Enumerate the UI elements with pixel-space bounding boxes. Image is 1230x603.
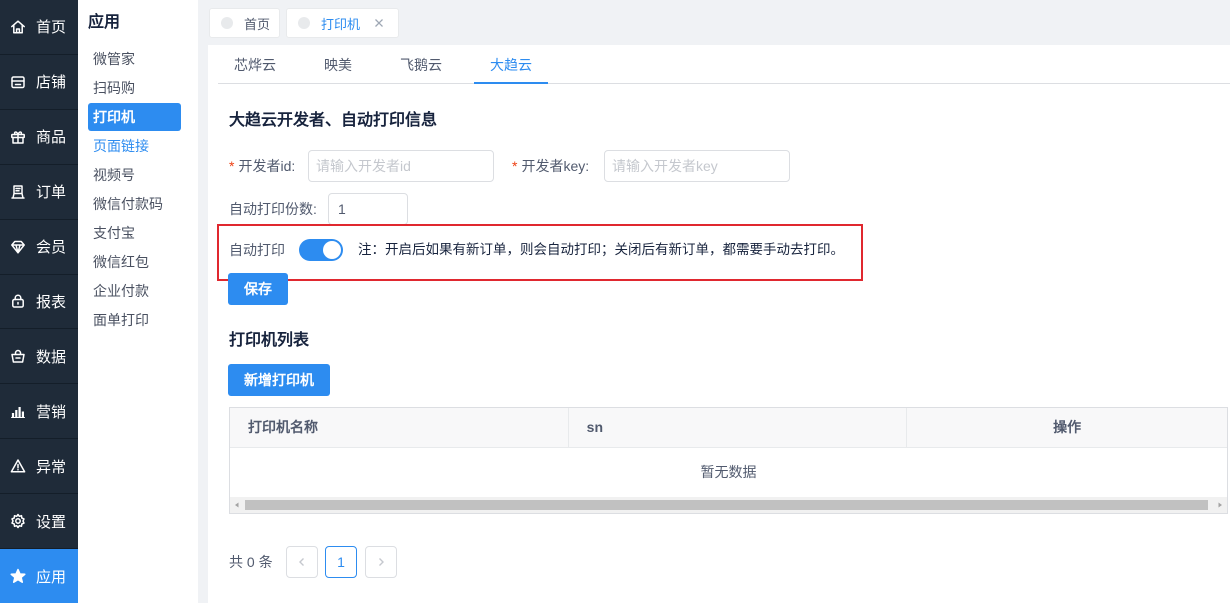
lock-icon xyxy=(10,293,26,309)
nav-item-marketing[interactable]: 营销 xyxy=(0,384,78,440)
nav-item-exceptions[interactable]: 异常 xyxy=(0,439,78,495)
nav-item-products[interactable]: 商品 xyxy=(0,110,78,165)
scroll-left-icon[interactable] xyxy=(233,501,241,509)
column-header-actions: 操作 xyxy=(1053,419,1082,435)
sub-nav-item-waybill-print[interactable]: 面单打印 xyxy=(88,306,181,334)
nav-item-orders[interactable]: 订单 xyxy=(0,165,78,220)
page-tab-bar: 首页 打印机 xyxy=(198,0,1230,45)
nav-item-members[interactable]: 会员 xyxy=(0,220,78,275)
vendor-tab-yingmei[interactable]: 映美 xyxy=(308,45,368,83)
nav-item-apps[interactable]: 应用 xyxy=(0,549,78,603)
developer-key-label-text: 开发者key: xyxy=(521,158,590,174)
column-header-printer-name: 打印机名称 xyxy=(230,408,569,447)
nav-item-data[interactable]: 数据 xyxy=(0,329,78,385)
gift-icon xyxy=(10,129,26,145)
main-nav: 首页 店铺 商品 订单 会员 报表 数据 营销 异常 设置 应用 xyxy=(0,0,78,603)
vendor-tab-feie[interactable]: 飞鹅云 xyxy=(384,45,458,83)
warning-icon xyxy=(10,458,26,474)
table-header: 打印机名称 sn 操作 xyxy=(230,408,1227,448)
sub-nav-item-alipay[interactable]: 支付宝 xyxy=(88,219,181,247)
horizontal-scrollbar[interactable] xyxy=(230,497,1227,513)
sub-nav: 应用 微管家 扫码购 打印机 页面链接 视频号 微信付款码 支付宝 微信红包 企… xyxy=(78,0,198,603)
required-mark: * xyxy=(229,158,235,174)
nav-item-label: 首页 xyxy=(36,19,67,37)
sub-nav-item-scan-buy[interactable]: 扫码购 xyxy=(88,74,181,102)
tab-status-dot xyxy=(221,17,233,29)
pagination-next-button[interactable] xyxy=(365,546,397,578)
nav-item-label: 会员 xyxy=(36,239,67,257)
page-tab-label: 打印机 xyxy=(321,16,361,32)
pagination-total: 共 0 条 xyxy=(229,554,273,570)
sub-nav-item-channels[interactable]: 视频号 xyxy=(88,161,181,189)
auto-print-label: 自动打印 xyxy=(229,242,285,258)
auto-print-toggle[interactable] xyxy=(299,239,343,261)
sub-nav-item-enterprise-payment[interactable]: 企业付款 xyxy=(88,277,181,305)
nav-item-store[interactable]: 店铺 xyxy=(0,55,78,110)
nav-item-reports[interactable]: 报表 xyxy=(0,275,78,330)
pagination-page-button[interactable]: 1 xyxy=(325,546,357,578)
nav-item-settings[interactable]: 设置 xyxy=(0,494,78,550)
nav-item-home[interactable]: 首页 xyxy=(0,0,78,55)
nav-item-label: 异常 xyxy=(36,458,67,476)
developer-id-label-text: 开发者id: xyxy=(238,158,296,174)
table-empty-text: 暂无数据 xyxy=(700,464,757,480)
printer-list-title: 打印机列表 xyxy=(229,332,310,349)
store-icon xyxy=(10,74,26,90)
required-mark: * xyxy=(512,158,518,174)
nav-item-label: 报表 xyxy=(36,293,67,311)
home-icon xyxy=(10,19,26,35)
print-copies-input[interactable] xyxy=(328,193,408,225)
sub-nav-item-wechat-manager[interactable]: 微管家 xyxy=(88,45,181,73)
tab-status-dot xyxy=(298,17,310,29)
star-icon xyxy=(10,568,26,584)
scrollbar-thumb[interactable] xyxy=(245,500,1208,510)
vendor-tab-daqu[interactable]: 大趋云 xyxy=(474,45,548,84)
printer-table: 打印机名称 sn 操作 暂无数据 xyxy=(229,407,1228,514)
bar-chart-icon xyxy=(10,403,26,419)
nav-item-label: 数据 xyxy=(36,348,67,366)
nav-item-label: 商品 xyxy=(36,129,67,147)
gear-icon xyxy=(10,513,26,529)
sub-nav-item-wechat-red-packet[interactable]: 微信红包 xyxy=(88,248,181,276)
developer-id-input[interactable] xyxy=(308,150,494,182)
sub-nav-title: 应用 xyxy=(88,14,121,31)
vendor-tabs: 芯烨云 映美 飞鹅云 大趋云 xyxy=(218,45,1230,84)
page-tab-home[interactable]: 首页 xyxy=(209,8,280,38)
vendor-tab-xinye[interactable]: 芯烨云 xyxy=(218,45,292,83)
order-icon xyxy=(10,184,26,200)
developer-id-label: * 开发者id: xyxy=(229,150,295,182)
close-icon[interactable] xyxy=(374,18,384,28)
sub-nav-item-wechat-pay-code[interactable]: 微信付款码 xyxy=(88,190,181,218)
page-tab-printer[interactable]: 打印机 xyxy=(286,8,399,38)
nav-item-label: 店铺 xyxy=(36,74,67,92)
sub-nav-item-printer[interactable]: 打印机 xyxy=(88,103,181,131)
sub-nav-item-page-links[interactable]: 页面链接 xyxy=(88,132,181,160)
chevron-right-icon xyxy=(375,556,387,568)
nav-item-label: 设置 xyxy=(36,513,67,531)
page-tab-label: 首页 xyxy=(244,16,271,32)
settings-section-title: 大趋云开发者、自动打印信息 xyxy=(229,112,438,129)
nav-item-label: 订单 xyxy=(36,184,67,202)
basket-icon xyxy=(10,348,26,364)
scroll-right-icon[interactable] xyxy=(1216,501,1224,509)
add-printer-button[interactable]: 新增打印机 xyxy=(228,364,330,396)
nav-item-label: 营销 xyxy=(36,403,67,421)
developer-key-label: * 开发者key: xyxy=(512,150,589,182)
auto-print-note: 注：开启后如果有新订单，则会自动打印；关闭后有新订单，都需要手动去打印。 xyxy=(358,242,844,257)
developer-key-input[interactable] xyxy=(604,150,790,182)
print-copies-label: 自动打印份数: xyxy=(229,201,317,217)
nav-item-label: 应用 xyxy=(36,568,67,586)
diamond-icon xyxy=(10,239,26,255)
chevron-left-icon xyxy=(296,556,308,568)
pagination-prev-button[interactable] xyxy=(286,546,318,578)
main-content: 芯烨云 映美 飞鹅云 大趋云 大趋云开发者、自动打印信息 *开发者id: *开发… xyxy=(208,45,1230,603)
toggle-knob xyxy=(323,241,341,259)
column-header-sn: sn xyxy=(569,408,908,447)
save-button[interactable]: 保存 xyxy=(228,273,288,305)
